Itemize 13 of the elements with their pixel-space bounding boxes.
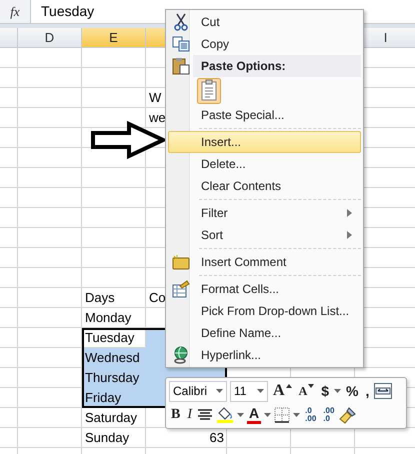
table-cell: Friday: [82, 388, 146, 408]
table-cell: Thursday: [82, 368, 146, 388]
table-cell: Tuesday: [82, 328, 146, 348]
table-cell-text: Sunday: [84, 429, 130, 447]
table-cell-text: Saturday: [84, 409, 138, 427]
table-cell: we: [149, 110, 166, 125]
table-cell: Wednesd: [82, 348, 146, 368]
table-cell-text: Days: [84, 289, 116, 307]
table-cell-text: Monday: [84, 309, 132, 327]
menu-header: Paste Options:: [193, 55, 361, 77]
table-cell: Co: [149, 290, 166, 305]
table-cell: 63: [210, 430, 224, 445]
table-cell: W: [149, 90, 162, 105]
